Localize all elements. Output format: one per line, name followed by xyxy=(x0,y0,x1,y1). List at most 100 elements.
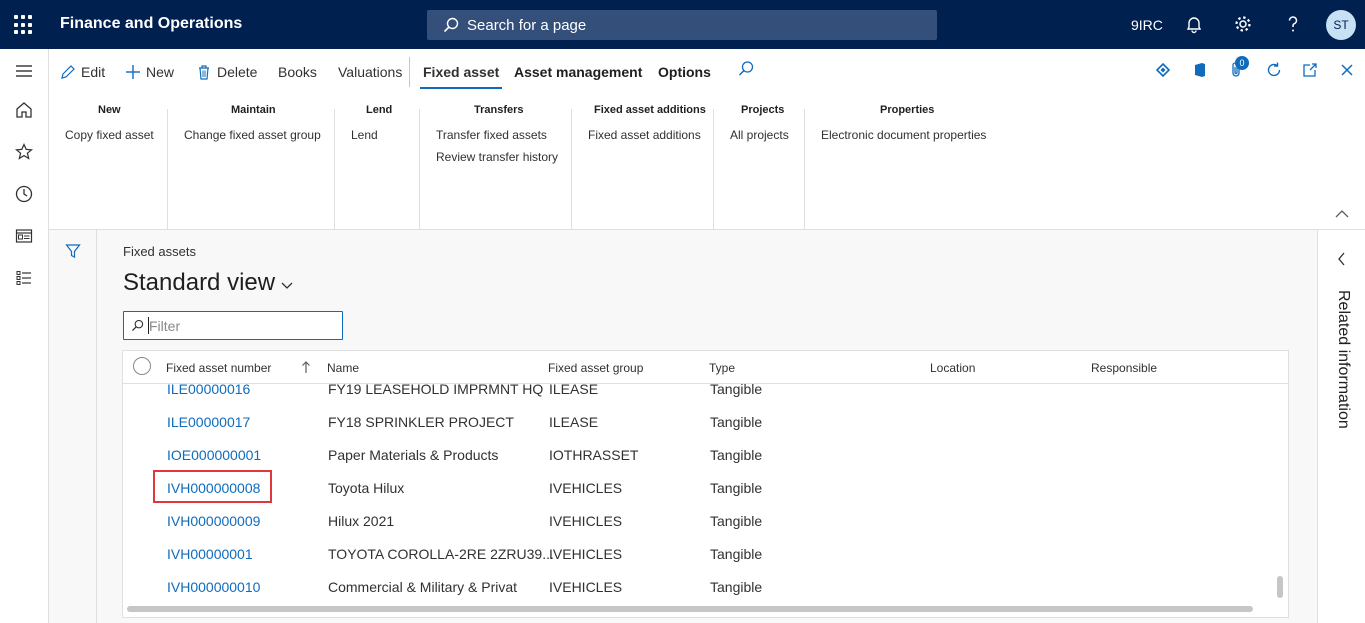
tab-asset-management[interactable]: Asset management xyxy=(514,62,642,82)
copy-fixed-asset-button[interactable]: Copy fixed asset xyxy=(65,128,154,142)
review-transfer-history-button[interactable]: Review transfer history xyxy=(436,150,558,164)
table-row[interactable]: IOE000000001 Paper Materials & Products … xyxy=(123,447,1273,480)
asset-type-cell: Tangible xyxy=(710,447,763,463)
close-icon[interactable] xyxy=(1338,61,1356,79)
action-search-icon[interactable] xyxy=(737,60,755,78)
filter-funnel-icon[interactable] xyxy=(65,243,81,259)
hamburger-menu-icon[interactable] xyxy=(14,61,34,81)
group-title-new: New xyxy=(98,104,121,116)
fixed-asset-additions-button[interactable]: Fixed asset additions xyxy=(588,128,701,142)
navigation-rail xyxy=(0,49,49,623)
column-header-type[interactable]: Type xyxy=(709,361,735,375)
grid-body: ILE00000016 FY19 LEASEHOLD IMPRMNT HQ IL… xyxy=(123,381,1273,603)
column-header-name[interactable]: Name xyxy=(327,361,359,375)
search-icon xyxy=(443,17,459,33)
refresh-icon[interactable] xyxy=(1265,61,1283,79)
workspaces-icon[interactable] xyxy=(14,226,34,246)
edit-button[interactable]: Edit xyxy=(60,62,105,82)
action-separator xyxy=(409,57,410,87)
fixed-asset-number-link[interactable]: IVH00000001 xyxy=(167,546,253,562)
column-header-location[interactable]: Location xyxy=(930,361,975,375)
related-information-pane[interactable]: Related information xyxy=(1317,230,1365,623)
view-title[interactable]: Standard view xyxy=(123,269,275,297)
group-separator xyxy=(804,109,805,247)
fixed-asset-number-link[interactable]: ILE00000016 xyxy=(167,381,250,397)
chevron-down-icon[interactable] xyxy=(281,282,293,290)
sort-ascending-arrow-icon[interactable] xyxy=(301,360,311,374)
app-title[interactable]: Finance and Operations xyxy=(60,15,242,33)
bell-icon[interactable] xyxy=(1184,14,1204,34)
app-launcher-icon[interactable] xyxy=(14,15,34,35)
transfer-fixed-assets-button[interactable]: Transfer fixed assets xyxy=(436,128,547,142)
asset-group-cell: ILEASE xyxy=(549,414,599,430)
asset-name-cell: Hilux 2021 xyxy=(328,513,395,529)
table-row[interactable]: IVH000000008 Toyota Hilux IVEHICLES Tang… xyxy=(123,470,1273,513)
office-icon[interactable] xyxy=(1191,61,1209,79)
group-separator xyxy=(713,109,714,247)
tab-options[interactable]: Options xyxy=(658,62,711,82)
collapse-action-pane-icon[interactable] xyxy=(1335,209,1349,219)
fixed-asset-number-link[interactable]: IVH000000010 xyxy=(167,579,260,595)
delete-label: Delete xyxy=(217,64,258,80)
filter-pane-strip xyxy=(49,230,97,623)
help-icon[interactable] xyxy=(1283,14,1303,34)
gear-icon[interactable] xyxy=(1233,14,1253,34)
table-row[interactable]: IVH000000010 Commercial & Military & Pri… xyxy=(123,579,1273,603)
filter-input[interactable]: Filter xyxy=(123,311,343,340)
fixed-asset-number-link[interactable]: IOE000000001 xyxy=(167,447,261,463)
table-row[interactable]: IVH00000001 TOYOTA COROLLA-2RE 2ZRU39...… xyxy=(123,546,1273,579)
books-button[interactable]: Books xyxy=(278,62,317,82)
select-all-radio[interactable] xyxy=(133,357,151,375)
table-row[interactable]: ILE00000016 FY19 LEASEHOLD IMPRMNT HQ IL… xyxy=(123,381,1273,414)
asset-name-cell: Commercial & Military & Privat xyxy=(328,579,518,595)
home-icon[interactable] xyxy=(14,100,34,120)
search-placeholder: Search for a page xyxy=(467,17,587,34)
pencil-icon xyxy=(61,65,75,79)
change-fixed-asset-group-button[interactable]: Change fixed asset group xyxy=(184,128,321,142)
fixed-asset-number-link[interactable]: IVH000000009 xyxy=(167,513,260,529)
tab-fixed-asset[interactable]: Fixed asset xyxy=(419,62,503,89)
asset-type-cell: Tangible xyxy=(710,546,763,562)
company-picker[interactable]: 9IRC xyxy=(1131,17,1163,33)
lend-button[interactable]: Lend xyxy=(351,128,378,142)
open-new-window-icon[interactable] xyxy=(1301,61,1319,79)
horizontal-scrollbar[interactable] xyxy=(127,606,1253,612)
recent-clock-icon[interactable] xyxy=(14,184,34,204)
column-header-responsible[interactable]: Responsible xyxy=(1091,361,1157,375)
top-navigation-bar: Finance and Operations Search for a page… xyxy=(0,0,1365,49)
asset-name-cell: Paper Materials & Products xyxy=(328,447,499,463)
delete-button[interactable]: Delete xyxy=(196,62,257,82)
page-breadcrumb: Fixed assets xyxy=(123,244,196,259)
group-title-fixed-asset-additions: Fixed asset additions xyxy=(594,104,706,116)
all-projects-button[interactable]: All projects xyxy=(730,128,789,142)
fixed-asset-number-link[interactable]: IVH000000008 xyxy=(167,480,260,496)
column-header-fixed-asset-number[interactable]: Fixed asset number xyxy=(166,361,271,375)
new-label: New xyxy=(146,64,175,80)
power-apps-diamond-icon[interactable] xyxy=(1154,61,1172,79)
table-row[interactable]: IVH000000009 Hilux 2021 IVEHICLES Tangib… xyxy=(123,513,1273,546)
chevron-left-icon[interactable] xyxy=(1337,252,1346,266)
table-row[interactable]: ILE00000017 FY18 SPRINKLER PROJECT ILEAS… xyxy=(123,414,1273,447)
asset-name-cell: TOYOTA COROLLA-2RE 2ZRU39... xyxy=(328,546,554,562)
group-title-lend: Lend xyxy=(366,104,393,116)
new-button[interactable]: New xyxy=(125,62,174,82)
group-separator xyxy=(571,109,572,247)
group-separator xyxy=(419,109,420,247)
page-search-box[interactable]: Search for a page xyxy=(427,10,937,40)
attachment-count-badge: 0 xyxy=(1235,56,1249,70)
electronic-document-properties-button[interactable]: Electronic document properties xyxy=(821,128,986,142)
action-pane: Edit New Delete Books Valuations Fixed a… xyxy=(49,49,1365,247)
favorites-star-icon[interactable] xyxy=(14,142,34,162)
avatar[interactable]: ST xyxy=(1326,10,1356,40)
valuations-button[interactable]: Valuations xyxy=(338,62,402,82)
main-content: Fixed assets Standard view Filter Fixed … xyxy=(98,230,1317,623)
plus-icon xyxy=(126,65,140,79)
modules-list-icon[interactable] xyxy=(14,268,34,288)
column-header-fixed-asset-group[interactable]: Fixed asset group xyxy=(548,361,643,375)
fixed-asset-number-link[interactable]: ILE00000017 xyxy=(167,414,250,430)
group-title-properties: Properties xyxy=(880,104,935,116)
grid-header: Fixed asset number Name Fixed asset grou… xyxy=(123,351,1288,384)
vertical-scrollbar[interactable] xyxy=(1277,576,1283,598)
asset-name-cell: FY18 SPRINKLER PROJECT xyxy=(328,414,514,430)
asset-type-cell: Tangible xyxy=(710,381,763,397)
